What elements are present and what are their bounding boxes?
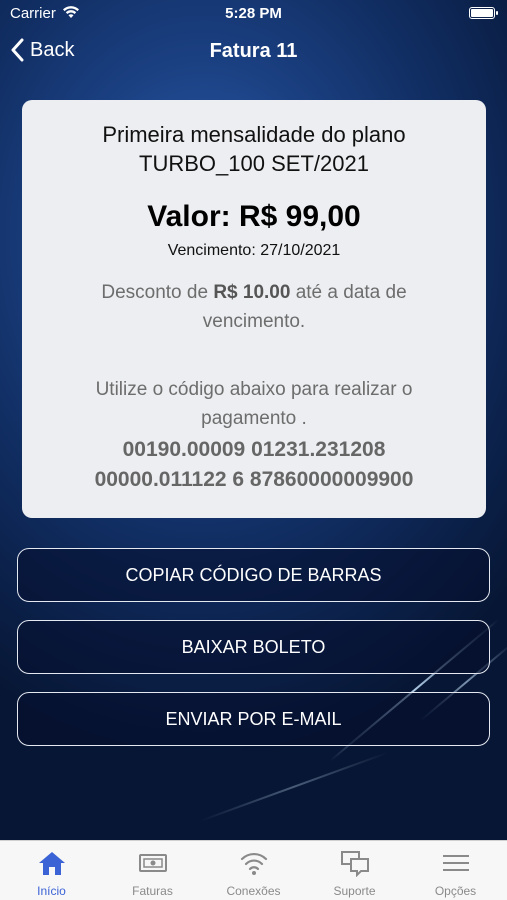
download-boleto-button[interactable]: BAIXAR BOLETO [17, 620, 490, 674]
invoice-due-date: Vencimento: 27/10/2021 [167, 242, 341, 259]
chat-icon [341, 851, 369, 877]
barcode-line-2: 00000.011122 6 87860000009900 [94, 468, 414, 491]
copy-barcode-button[interactable]: COPIAR CÓDIGO DE BARRAS [17, 548, 490, 602]
clock: 5:28 PM [225, 5, 282, 22]
tab-label: Opções [434, 884, 477, 898]
tab-label: Faturas [132, 884, 173, 898]
barcode-line-1: 00190.00009 01231.231208 [122, 438, 386, 461]
invoice-card: Primeira mensalidade do plano TURBO_100 … [22, 100, 486, 518]
tab-label: Conexões [226, 884, 281, 898]
payment-instruction: Utilize o código abaixo para realizar o … [95, 379, 413, 429]
barcode-number: 00190.00009 01231.231208 00000.011122 6 … [32, 435, 476, 495]
invoice-icon [139, 854, 167, 872]
home-icon [39, 852, 65, 875]
tab-label: Suporte [333, 884, 376, 898]
navigation-bar: Back Fatura 11 [0, 30, 507, 74]
wifi-icon [240, 852, 268, 875]
discount-notice: Desconto de R$ 10.00 até a data de venci… [62, 278, 446, 336]
battery-icon [469, 7, 498, 19]
discount-amount: R$ 10.00 [213, 282, 291, 303]
tab-conexoes[interactable]: Conexões [203, 841, 304, 900]
tab-inicio[interactable]: Início [1, 841, 102, 900]
tab-suporte[interactable]: Suporte [304, 841, 405, 900]
page-title: Fatura 11 [209, 40, 298, 62]
status-bar: Carrier 5:28 PM [0, 0, 507, 28]
tab-faturas[interactable]: Faturas [102, 841, 203, 900]
invoice-description: Primeira mensalidade do plano TURBO_100 … [102, 122, 406, 176]
send-email-button[interactable]: ENVIAR POR E-MAIL [17, 692, 490, 746]
menu-icon [443, 855, 469, 871]
invoice-amount: Valor: R$ 99,00 [147, 200, 361, 233]
tab-bar: Início Faturas Conexões Suporte Opções [0, 840, 507, 900]
tab-opcoes[interactable]: Opções [405, 841, 506, 900]
tab-label: Início [37, 884, 66, 898]
discount-prefix: Desconto de [101, 282, 214, 303]
